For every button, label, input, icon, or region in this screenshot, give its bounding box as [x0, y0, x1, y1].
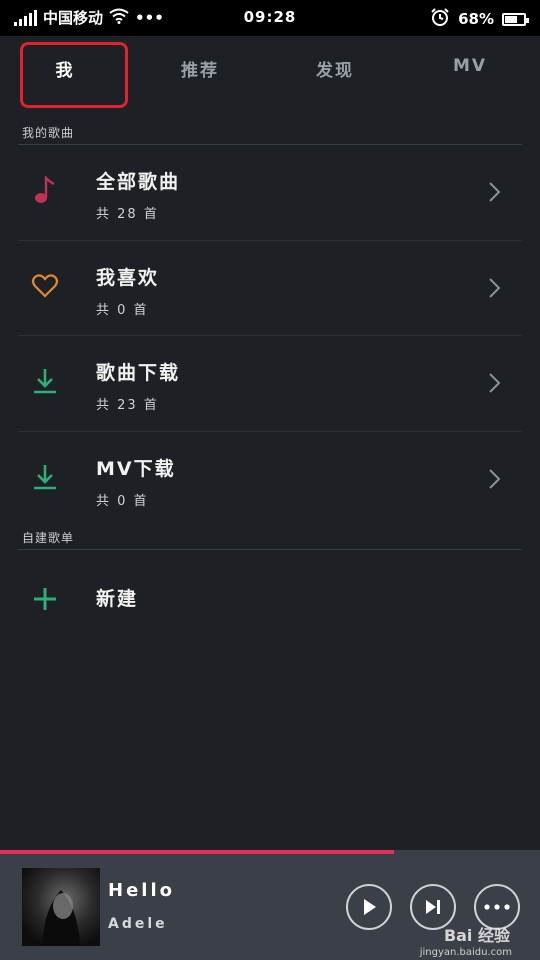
download-icon — [30, 462, 60, 492]
item-count: 共 0 首 — [96, 494, 149, 509]
section-label-my-music: 我的歌曲 — [22, 126, 75, 140]
item-count: 共 23 首 — [96, 398, 159, 413]
chevron-right-icon — [489, 469, 501, 489]
item-title: 全部歌曲 — [96, 171, 181, 193]
music-note-icon — [30, 175, 60, 205]
heart-icon — [30, 271, 60, 301]
play-icon — [364, 899, 376, 915]
watermark-url: jingyan.baidu.com — [419, 947, 512, 958]
new-playlist-label: 新建 — [96, 588, 139, 610]
download-icon — [30, 366, 60, 396]
section-label-playlists: 自建歌单 — [22, 531, 75, 545]
artist-name: Adele — [108, 916, 168, 932]
album-cover[interactable] — [22, 868, 100, 946]
more-icon — [484, 904, 510, 910]
tab-mv[interactable]: MV — [420, 56, 520, 76]
status-bar: 中国移动 ••• 09:28 68% — [0, 0, 540, 36]
divider — [18, 549, 522, 550]
battery-percent: 68% — [458, 10, 494, 28]
mini-player[interactable]: Hello Adele Bai 经验 jingyan.baidu.com — [0, 854, 540, 960]
list-item-favorites[interactable]: 我喜欢 共 0 首 — [0, 241, 540, 336]
tab-discover[interactable]: 发现 — [285, 56, 385, 81]
plus-icon — [30, 584, 60, 614]
watermark: Bai 经验 — [443, 926, 510, 945]
list-item-song-downloads[interactable]: 歌曲下载 共 23 首 — [0, 336, 540, 431]
chevron-right-icon — [489, 373, 501, 393]
item-count: 共 28 首 — [96, 207, 159, 222]
next-track-icon — [426, 900, 440, 914]
alarm-icon — [430, 7, 450, 31]
new-playlist-button[interactable]: 新建 — [0, 560, 540, 636]
battery-icon — [502, 12, 529, 26]
item-count: 共 0 首 — [96, 303, 149, 318]
tab-recommend[interactable]: 推荐 — [150, 56, 250, 81]
list-item-all-songs[interactable]: 全部歌曲 共 28 首 — [0, 145, 540, 240]
list-item-mv-downloads[interactable]: MV下载 共 0 首 — [0, 432, 540, 527]
chevron-right-icon — [489, 182, 501, 202]
item-title: 歌曲下载 — [96, 362, 181, 384]
chevron-right-icon — [489, 278, 501, 298]
play-button[interactable] — [346, 884, 392, 930]
song-title: Hello — [108, 880, 175, 901]
item-title: 我喜欢 — [96, 267, 160, 289]
highlight-annotation — [20, 42, 128, 108]
item-title: MV下载 — [96, 458, 176, 480]
